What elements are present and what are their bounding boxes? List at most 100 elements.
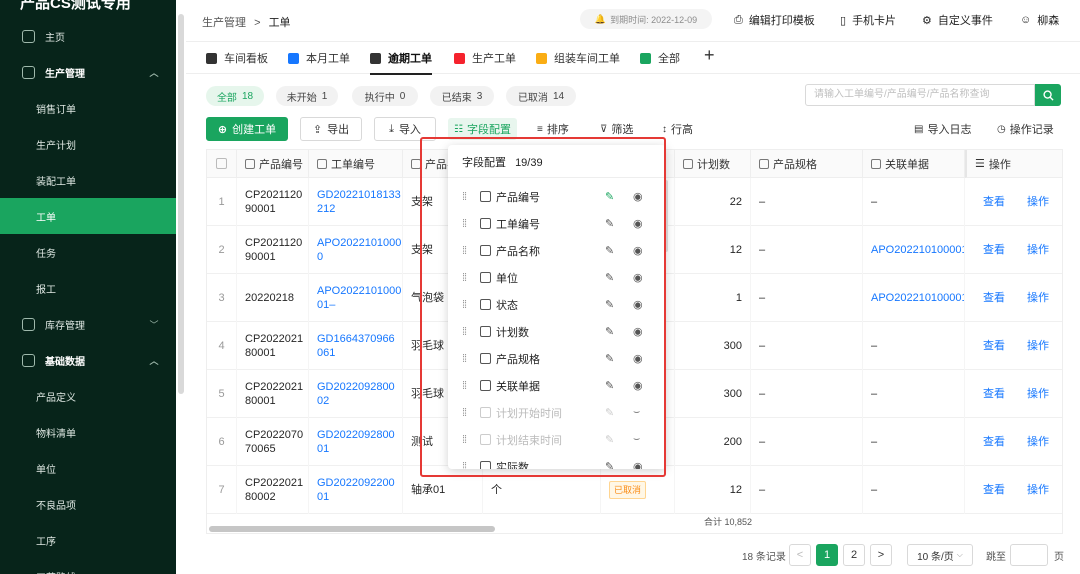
add-tab-button[interactable]: + — [704, 45, 715, 66]
action-button[interactable]: 操作 — [1027, 483, 1049, 497]
drag-handle-icon[interactable]: ⁞⁞ — [462, 272, 467, 284]
related-doc-link[interactable]: APO202210100001 — [863, 274, 965, 322]
sidebar-item-10[interactable]: 产品定义 — [0, 378, 176, 414]
pin-icon[interactable]: ✎ — [605, 298, 614, 311]
field-config-item[interactable]: ⁞⁞ 计划数 ✎ ◉ — [448, 318, 658, 345]
eye-icon[interactable]: ◉ — [633, 190, 643, 203]
order-code-link[interactable]: GD2022092800 01 — [309, 418, 403, 466]
search-input[interactable]: 请输入工单编号/产品编号/产品名称查询 — [805, 84, 1035, 106]
pin-icon[interactable]: ✎ — [605, 433, 614, 446]
sidebar-item-7[interactable]: 报工 — [0, 270, 176, 306]
sidebar-item-8[interactable]: 库存管理 ﹀ — [0, 306, 176, 342]
tab-0[interactable]: 车间看板 — [206, 42, 268, 74]
table-row[interactable]: 7 CP2022021 80002 GD2022092200 01 轴承01 个已取消 1… — [207, 466, 1062, 514]
order-code-link[interactable]: APO2022101000 01– — [309, 274, 403, 322]
pin-icon[interactable]: ✎ — [605, 352, 614, 365]
prev-page-button[interactable]: < — [789, 544, 811, 566]
pin-icon[interactable]: ✎ — [605, 244, 614, 257]
eye-icon[interactable]: ◉ — [633, 460, 643, 469]
drag-handle-icon[interactable]: ⁞⁞ — [462, 407, 467, 419]
eye-closed-icon[interactable]: ⌣ — [633, 433, 640, 446]
row-height-button[interactable]: ↕ 行高 — [662, 121, 693, 137]
select-all-checkbox[interactable] — [207, 150, 237, 178]
field-config-item[interactable]: ⁞⁞ 计划开始时间 ✎ ⌣ — [448, 399, 658, 426]
filter-button[interactable]: ⊽ 筛选 — [600, 121, 633, 137]
eye-icon[interactable]: ◉ — [633, 379, 643, 392]
drag-handle-icon[interactable]: ⁞⁞ — [462, 461, 467, 470]
view-button[interactable]: 查看 — [983, 387, 1005, 401]
sidebar-item-1[interactable]: 生产管理 ︿ — [0, 54, 176, 90]
field-config-item[interactable]: ⁞⁞ 关联单据 ✎ ◉ — [448, 372, 658, 399]
field-config-item[interactable]: ⁞⁞ 产品名称 ✎ ◉ — [448, 237, 658, 264]
filter-chip-2[interactable]: 执行中 0 — [352, 86, 418, 106]
drag-handle-icon[interactable]: ⁞⁞ — [462, 245, 467, 257]
sidebar-item-9[interactable]: 基础数据 ︿ — [0, 342, 176, 378]
order-code-link[interactable]: GD2022092800 02 — [309, 370, 403, 418]
eye-icon[interactable]: ◉ — [633, 352, 643, 365]
eye-icon[interactable]: ◉ — [633, 298, 643, 311]
pin-icon[interactable]: ✎ — [605, 379, 614, 392]
goto-page-input[interactable] — [1010, 544, 1048, 566]
view-button[interactable]: 查看 — [983, 291, 1005, 305]
drag-handle-icon[interactable]: ⁞⁞ — [462, 299, 467, 311]
related-doc-link[interactable]: APO202210100001 — [863, 226, 965, 274]
field-config-item[interactable]: ⁞⁞ 单位 ✎ ◉ — [448, 264, 658, 291]
order-code-link[interactable]: APO2022101000 0 — [309, 226, 403, 274]
sidebar-item-15[interactable]: 工艺路线 — [0, 558, 176, 574]
order-code-link[interactable]: GD2022092200 01 — [309, 466, 403, 514]
action-button[interactable]: 操作 — [1027, 387, 1049, 401]
sidebar-item-4[interactable]: 装配工单 — [0, 162, 176, 198]
view-button[interactable]: 查看 — [983, 435, 1005, 449]
action-button[interactable]: 操作 — [1027, 195, 1049, 209]
tab-3[interactable]: 生产工单 — [454, 42, 516, 74]
table-horizontal-scrollbar[interactable] — [209, 526, 495, 532]
tab-5[interactable]: 全部 — [640, 42, 680, 74]
header-related-doc[interactable]: 关联单据 — [863, 150, 965, 178]
eye-icon[interactable]: ◉ — [633, 271, 643, 284]
sidebar-item-12[interactable]: 单位 — [0, 450, 176, 486]
mobile-card-button[interactable]: ▯ 手机卡片 — [840, 12, 896, 28]
drag-handle-icon[interactable]: ⁞⁞ — [462, 434, 467, 446]
order-code-link[interactable]: GD20221018133 212 — [309, 178, 403, 226]
sidebar-item-6[interactable]: 任务 — [0, 234, 176, 270]
export-button[interactable]: ⇪ 导出 — [300, 117, 362, 141]
filter-chip-0[interactable]: 全部 18 — [206, 86, 264, 106]
sidebar-item-5[interactable]: 工单 — [0, 198, 176, 234]
order-code-link[interactable]: GD1664370966 061 — [309, 322, 403, 370]
sidebar-item-0[interactable]: 主页 — [0, 18, 176, 54]
pin-icon[interactable]: ✎ — [605, 325, 614, 338]
edit-print-template-button[interactable]: ⎙ 编辑打印模板 — [734, 12, 815, 28]
field-config-item[interactable]: ⁞⁞ 状态 ✎ ◉ — [448, 291, 658, 318]
header-order-code[interactable]: 工单编号 — [309, 150, 403, 178]
view-button[interactable]: 查看 — [983, 339, 1005, 353]
view-button[interactable]: 查看 — [983, 195, 1005, 209]
pin-icon[interactable]: ✎ — [605, 271, 614, 284]
next-page-button[interactable]: > — [870, 544, 892, 566]
pin-icon[interactable]: ✎ — [605, 406, 614, 419]
create-order-button[interactable]: ⊕ 创建工单 — [206, 117, 288, 141]
header-product-code[interactable]: 产品编号 — [237, 150, 309, 178]
sidebar-scrollbar[interactable] — [178, 14, 184, 394]
field-config-item[interactable]: ⁞⁞ 计划结束时间 ✎ ⌣ — [448, 426, 658, 453]
sort-button[interactable]: ≡ 排序 — [537, 121, 569, 137]
import-log-button[interactable]: ▤ 导入日志 — [914, 121, 971, 137]
drag-handle-icon[interactable]: ⁞⁞ — [462, 191, 467, 203]
user-menu[interactable]: ☺ 柳森 — [1020, 12, 1059, 28]
view-button[interactable]: 查看 — [983, 243, 1005, 257]
page-2-button[interactable]: 2 — [843, 544, 865, 566]
field-config-item[interactable]: ⁞⁞ 产品编号 ✎ ◉ — [448, 183, 658, 210]
filter-chip-4[interactable]: 已取消 14 — [506, 86, 576, 106]
sidebar-item-13[interactable]: 不良品项 — [0, 486, 176, 522]
eye-icon[interactable]: ◉ — [633, 217, 643, 230]
pin-icon[interactable]: ✎ — [605, 190, 614, 203]
header-plan-qty[interactable]: 计划数 — [675, 150, 751, 178]
field-config-item[interactable]: ⁞⁞ 产品规格 ✎ ◉ — [448, 345, 658, 372]
drag-handle-icon[interactable]: ⁞⁞ — [462, 218, 467, 230]
breadcrumb-parent[interactable]: 生产管理 — [202, 17, 246, 29]
page-1-button[interactable]: 1 — [816, 544, 838, 566]
sidebar-item-3[interactable]: 生产计划 — [0, 126, 176, 162]
custom-event-button[interactable]: ⚙ 自定义事件 — [922, 12, 993, 28]
page-size-select[interactable]: 10 条/页 ⌵ — [907, 544, 973, 566]
field-config-item[interactable]: ⁞⁞ 实际数 ✎ ◉ — [448, 453, 658, 469]
action-button[interactable]: 操作 — [1027, 243, 1049, 257]
